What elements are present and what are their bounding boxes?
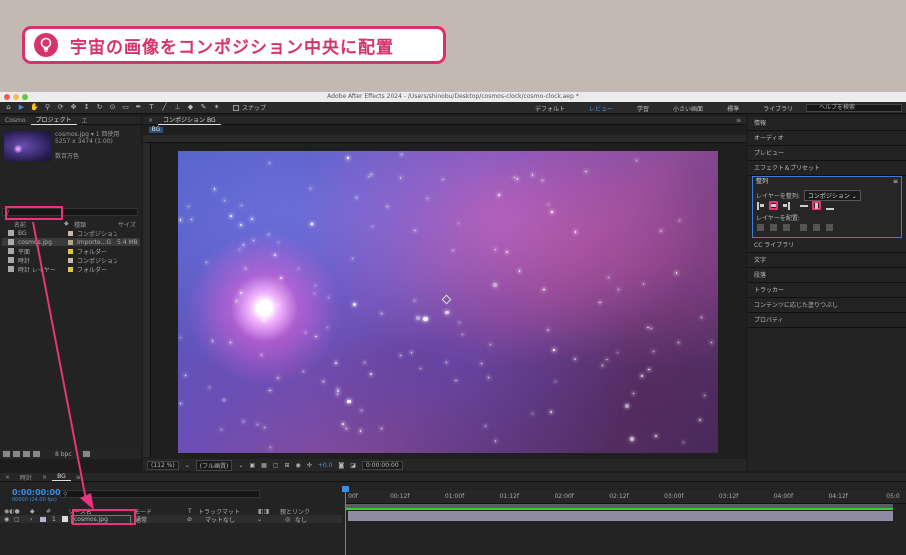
drag-arrow [32, 221, 94, 510]
